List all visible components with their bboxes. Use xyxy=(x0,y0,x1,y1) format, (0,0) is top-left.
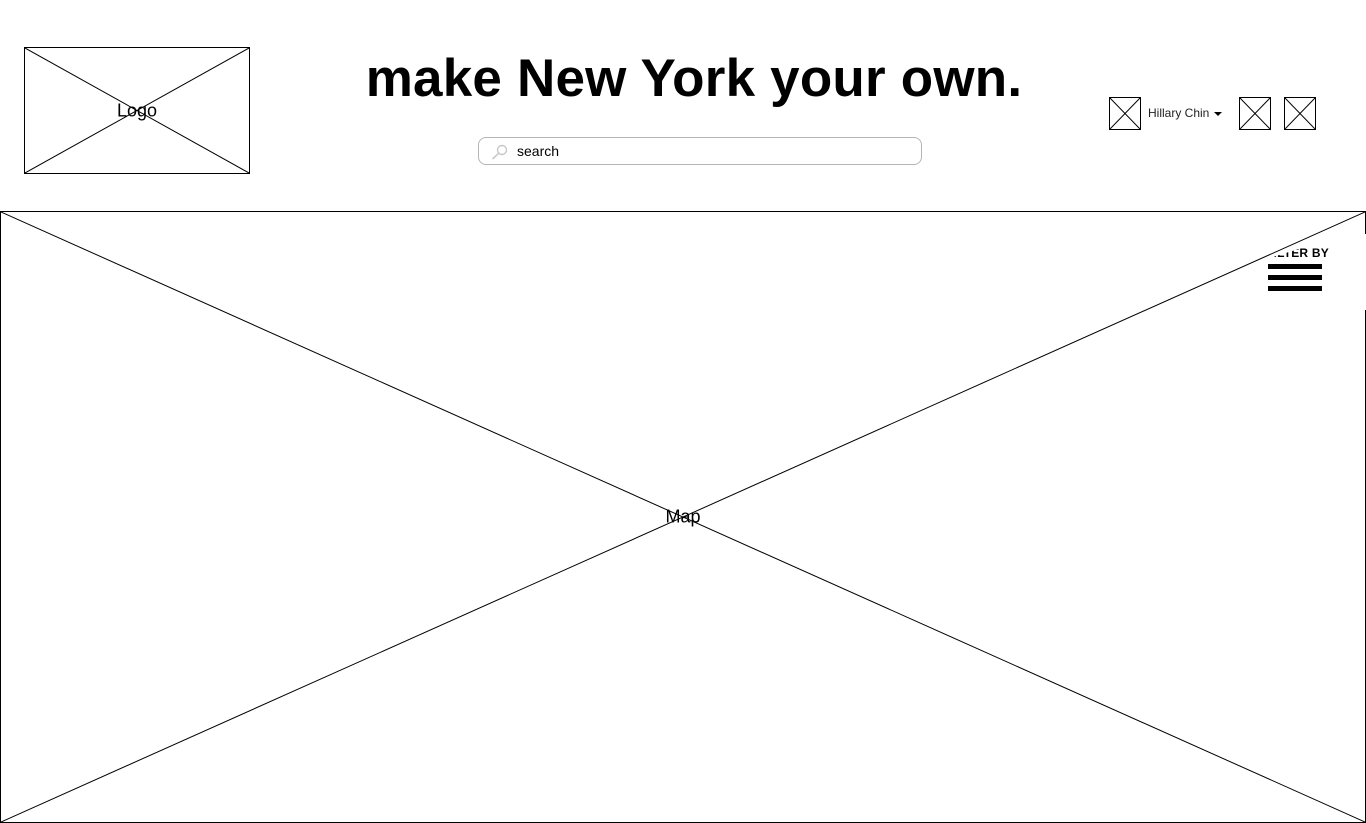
header-icon-button-2[interactable] xyxy=(1284,97,1316,130)
logo-label: Logo xyxy=(116,100,158,120)
placeholder-cross xyxy=(1285,98,1315,129)
header-icon-button-1[interactable] xyxy=(1239,97,1271,130)
search-icon xyxy=(492,144,508,160)
avatar[interactable] xyxy=(1109,97,1141,130)
user-name: Hillary Chin xyxy=(1148,106,1210,120)
map-label: Map xyxy=(665,506,701,527)
placeholder-cross xyxy=(1110,98,1140,129)
page: Logo make New York your own. Hillary Chi… xyxy=(0,0,1366,823)
placeholder-cross xyxy=(1240,98,1270,129)
logo[interactable]: Logo xyxy=(24,47,250,174)
map[interactable]: Map xyxy=(0,211,1366,823)
page-title: make New York your own. xyxy=(365,49,1023,108)
search-bar[interactable] xyxy=(478,137,922,165)
search-input[interactable] xyxy=(517,141,907,161)
user-menu[interactable]: Hillary Chin xyxy=(1148,104,1223,122)
chevron-down-icon[interactable] xyxy=(1214,111,1223,116)
menu-icon[interactable] xyxy=(1268,264,1322,302)
